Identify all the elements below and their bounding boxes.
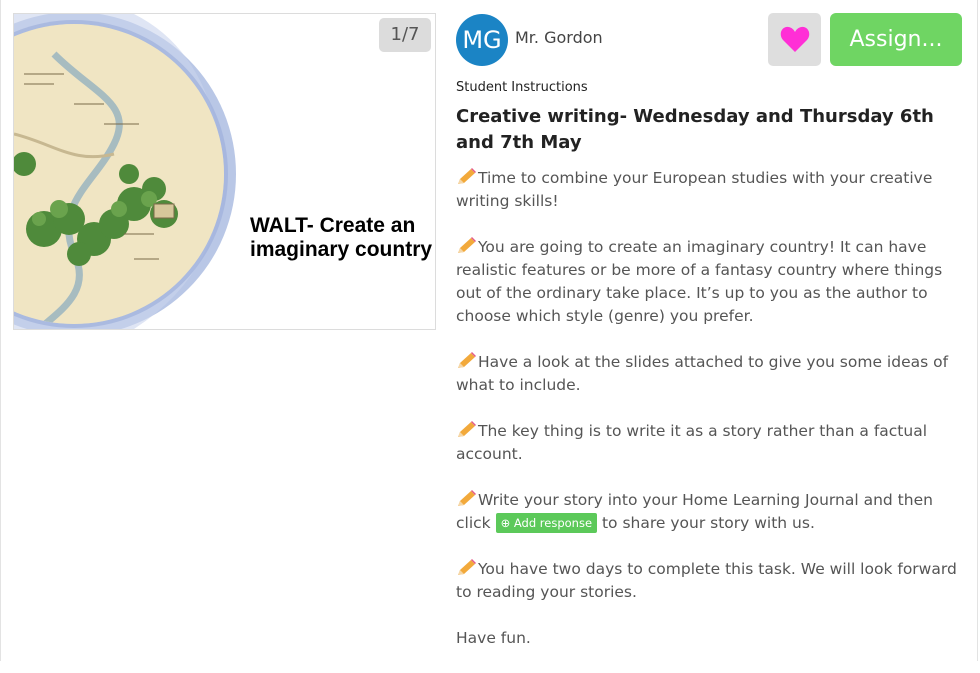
instruction-paragraph: Write your story into your Home Learning… xyxy=(456,489,961,535)
teacher-name: Mr. Gordon xyxy=(515,28,603,47)
like-button[interactable] xyxy=(768,13,821,66)
paragraph-text: Time to combine your European studies wi… xyxy=(456,169,933,210)
slide-counter: 1/7 xyxy=(379,18,431,52)
slide-preview[interactable]: WALT- Create an imaginary country xyxy=(13,13,436,330)
pencil-icon xyxy=(458,490,476,506)
map-illustration xyxy=(14,14,236,329)
pencil-icon xyxy=(458,559,476,575)
pencil-icon xyxy=(458,168,476,184)
paragraph-text: Have a look at the slides attached to gi… xyxy=(456,353,949,394)
slide-title: WALT- Create an imaginary country xyxy=(250,214,433,261)
instruction-paragraph: You are going to create an imaginary cou… xyxy=(456,236,961,328)
section-label: Student Instructions xyxy=(456,80,588,95)
paragraph-text: Have fun. xyxy=(456,629,531,647)
task-title: Creative writing- Wednesday and Thursday… xyxy=(456,106,934,153)
instruction-paragraph: Time to combine your European studies wi… xyxy=(456,167,961,213)
heart-icon xyxy=(780,26,809,52)
pencil-icon xyxy=(458,421,476,437)
assign-button[interactable]: Assign... xyxy=(830,13,962,66)
paragraph-text: You have two days to complete this task.… xyxy=(456,560,957,601)
instruction-paragraph: Have a look at the slides attached to gi… xyxy=(456,351,961,397)
paragraph-text: The key thing is to write it as a story … xyxy=(456,422,928,463)
instruction-paragraph: Have fun. xyxy=(456,627,961,650)
instruction-paragraph: You have two days to complete this task.… xyxy=(456,558,961,604)
pencil-icon xyxy=(458,352,476,368)
paragraph-text: to share your story with us. xyxy=(601,514,815,532)
avatar[interactable]: MG xyxy=(456,14,508,66)
instruction-paragraph: The key thing is to write it as a story … xyxy=(456,420,961,466)
pencil-icon xyxy=(458,237,476,253)
add-response-badge[interactable]: ⊕ Add response xyxy=(495,513,598,533)
instructions: Time to combine your European studies wi… xyxy=(456,167,961,673)
paragraph-text: You are going to create an imaginary cou… xyxy=(456,238,943,325)
add-response-label: Add response xyxy=(513,516,593,530)
plus-circle-icon: ⊕ xyxy=(500,516,511,530)
